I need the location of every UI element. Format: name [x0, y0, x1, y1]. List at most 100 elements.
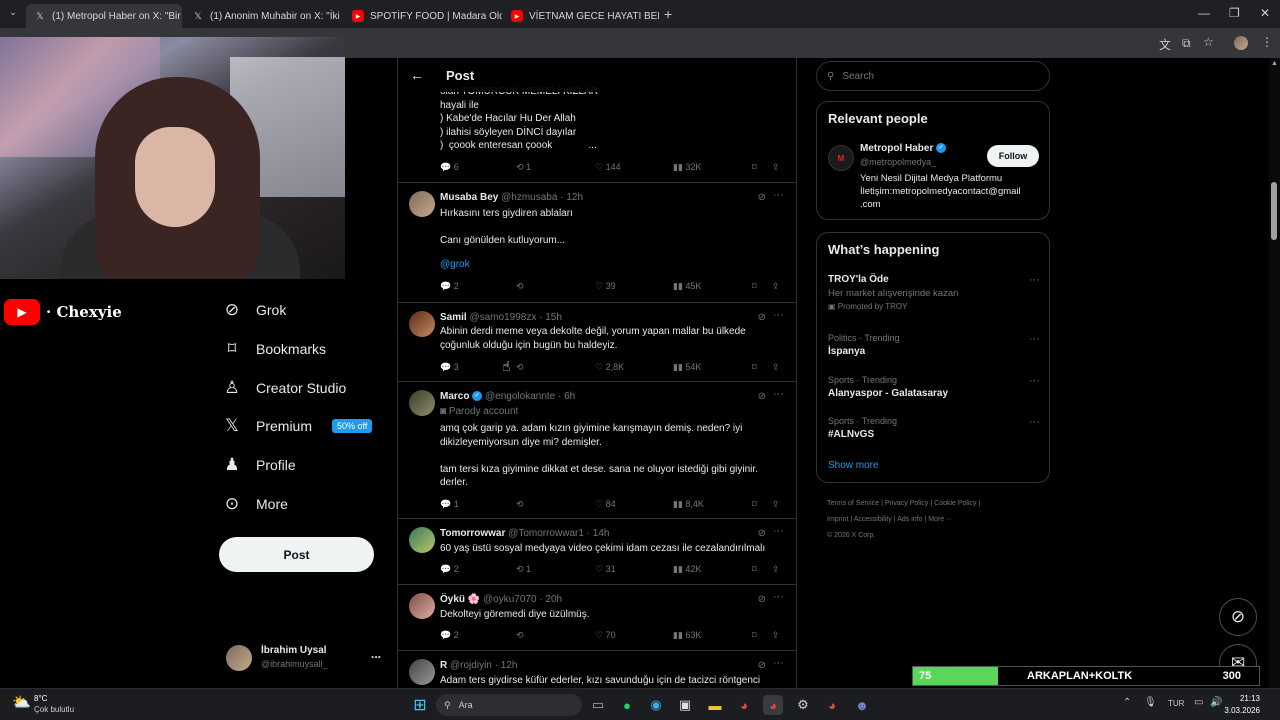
grok-float-button[interactable]: ⊘: [1219, 598, 1257, 636]
more-options-icon[interactable]: ···: [773, 525, 784, 537]
browser-tab-4[interactable]: ▶ VİETNAM GECE HAYATI BENİ Ç ✕: [503, 4, 659, 28]
account-switcher[interactable]: İbrahim Uysal @ibrahimuysall_ ...: [226, 643, 386, 675]
bookmark-icon[interactable]: ⌑: [752, 499, 757, 510]
install-app-icon[interactable]: ⧉: [1182, 36, 1191, 51]
share-icon[interactable]: ⇪: [772, 499, 780, 510]
footer-link[interactable]: Ads info: [897, 516, 922, 523]
reply-button[interactable]: 💬 6: [440, 162, 459, 173]
browser-tab-3[interactable]: ▶ SPOTİFY FOOD | Madara Olduk ✕: [344, 4, 502, 28]
repost-button[interactable]: ⟲: [516, 281, 524, 292]
share-icon[interactable]: ⇪: [772, 564, 780, 575]
translate-icon[interactable]: 文: [1159, 36, 1171, 53]
nav-item-profile[interactable]: ♟ Profile: [222, 446, 295, 484]
nav-item-more[interactable]: ⊙ More: [222, 485, 288, 523]
task-view-icon[interactable]: ▭: [588, 695, 608, 715]
repost-button[interactable]: ⟲: [516, 499, 524, 510]
tweet[interactable]: R @rojdiyin · 12h ⊘ ··· Adam ters giydir…: [398, 650, 796, 688]
nav-item-grok[interactable]: ⊘ Grok: [222, 291, 286, 329]
reply-button[interactable]: 💬 2: [440, 564, 459, 575]
avatar[interactable]: [409, 191, 435, 217]
weather-icon[interactable]: ⛅: [12, 693, 31, 711]
minimize-icon[interactable]: —: [1198, 6, 1210, 20]
tweet[interactable]: Musaba Bey @hzmusaba · 12h ⊘ ··· Hırkası…: [398, 182, 796, 302]
nav-item-premium[interactable]: 𝕏 Premium 50% off: [222, 407, 373, 445]
views-button[interactable]: ▮▮ 54K: [673, 362, 701, 373]
avatar[interactable]: M: [828, 145, 854, 171]
tweet[interactable]: Marco ✓ @engolokannte · 6h ◙ Parody acco…: [398, 381, 796, 518]
footer-link[interactable]: Cookie Policy: [934, 500, 976, 507]
tweet[interactable]: Tomorrowwar @Tomorrowwar1 · 14h ⊘ ··· 60…: [398, 518, 796, 584]
account-menu-icon[interactable]: ...: [371, 647, 381, 661]
more-options-icon[interactable]: ···: [773, 388, 784, 400]
like-button[interactable]: ♡ 39: [595, 281, 616, 292]
trend-item[interactable]: Politics · Trending İspanya ···: [828, 333, 1040, 357]
author-name[interactable]: Musaba Bey: [440, 192, 498, 203]
tweet[interactable]: Öykü 🌸 @oyku7070 · 20h ⊘ ··· Dekolteyi g…: [398, 584, 796, 650]
reply-button[interactable]: 💬 3: [440, 362, 459, 373]
share-icon[interactable]: ⇪: [772, 162, 780, 173]
windows-start-icon[interactable]: ⊞: [410, 695, 430, 715]
more-options-icon[interactable]: ···: [1029, 333, 1040, 345]
share-icon[interactable]: ⇪: [772, 281, 780, 292]
page-scrollbar[interactable]: ▲: [1269, 58, 1280, 688]
author-name[interactable]: R: [440, 660, 447, 671]
weather-desc[interactable]: Çok bulutlu: [34, 705, 74, 714]
back-arrow-icon[interactable]: ←: [410, 67, 424, 83]
browser-tab-2[interactable]: 𝕏 (1) Anonim Muhabir on X: "İki k ✕: [184, 4, 342, 28]
language-indicator[interactable]: TUR: [1168, 699, 1184, 708]
author-name[interactable]: Samil: [440, 312, 467, 323]
chrome-icon[interactable]: ◕: [734, 695, 754, 715]
chrome-profile-icon[interactable]: ◕: [822, 695, 842, 715]
trend-item[interactable]: Sports · Trending #ALNvGS ···: [828, 416, 1040, 440]
share-icon[interactable]: ⇪: [772, 362, 780, 373]
avatar[interactable]: [409, 390, 435, 416]
grok-icon[interactable]: ⊘: [758, 528, 766, 539]
file-explorer-icon[interactable]: ▬: [705, 695, 725, 715]
microphone-icon[interactable]: 🎙: [1144, 697, 1157, 708]
views-button[interactable]: ▮▮ 8,4K: [673, 499, 704, 510]
views-button[interactable]: ▮▮ 45K: [673, 281, 701, 292]
more-options-icon[interactable]: ···: [1029, 375, 1040, 387]
clock-time[interactable]: 21:13: [1232, 694, 1260, 703]
reply-button[interactable]: 💬 1: [440, 499, 459, 510]
like-button[interactable]: ♡ 31: [595, 564, 616, 575]
avatar[interactable]: [409, 311, 435, 337]
follow-button[interactable]: Follow: [987, 145, 1039, 167]
edge-icon[interactable]: ◉: [646, 695, 666, 715]
bookmark-icon[interactable]: ⌑: [752, 162, 757, 173]
tweet[interactable]: Samil @samo1998zx · 15h ⊘ ··· Abinin der…: [398, 302, 796, 381]
trend-item[interactable]: Sports · Trending Alanyaspor - Galatasar…: [828, 375, 1040, 399]
more-options-icon[interactable]: ···: [1029, 416, 1040, 428]
tray-chevron-icon[interactable]: ⌃: [1123, 697, 1131, 708]
repost-button[interactable]: ⟲: [516, 630, 524, 641]
more-options-icon[interactable]: ···: [1029, 274, 1040, 286]
footer-link[interactable]: Terms of Service: [827, 500, 879, 507]
tab-search-chevron-icon[interactable]: ⌄: [6, 7, 20, 21]
post-button[interactable]: Post: [219, 537, 374, 572]
show-more-link[interactable]: Show more: [828, 460, 879, 471]
store-icon[interactable]: ▣: [675, 695, 695, 715]
views-button[interactable]: ▮▮ 63K: [673, 630, 701, 641]
new-tab-button[interactable]: +: [664, 6, 672, 22]
grok-icon[interactable]: ⊘: [758, 594, 766, 605]
avatar[interactable]: [409, 527, 435, 553]
close-window-icon[interactable]: ✕: [1260, 6, 1270, 20]
search-input[interactable]: ⚲ Search: [816, 61, 1050, 91]
person-name-row[interactable]: Metropol Haber ✓: [860, 143, 947, 154]
more-options-icon[interactable]: ···: [773, 189, 784, 201]
settings-gear-icon[interactable]: ⚙: [793, 695, 813, 715]
grok-icon[interactable]: ⊘: [758, 192, 766, 203]
like-button[interactable]: ♡ 84: [595, 499, 616, 510]
share-icon[interactable]: ⇪: [772, 630, 780, 641]
like-button[interactable]: ♡ 70: [595, 630, 616, 641]
nav-item-bookmarks[interactable]: ⌑ Bookmarks: [222, 330, 326, 368]
trend-item[interactable]: TROY'la Öde Her market alışverişinde kaz…: [828, 274, 1040, 311]
repost-button[interactable]: ⟲ 1: [516, 162, 531, 173]
author-name[interactable]: Öykü 🌸: [440, 594, 480, 605]
avatar[interactable]: [409, 593, 435, 619]
like-button[interactable]: ♡ 2,8K: [595, 362, 624, 373]
avatar[interactable]: [409, 659, 435, 685]
footer-link[interactable]: Imprint: [827, 516, 848, 523]
browser-menu-icon[interactable]: ⋮: [1261, 35, 1273, 49]
bookmark-star-icon[interactable]: ☆: [1203, 35, 1214, 49]
